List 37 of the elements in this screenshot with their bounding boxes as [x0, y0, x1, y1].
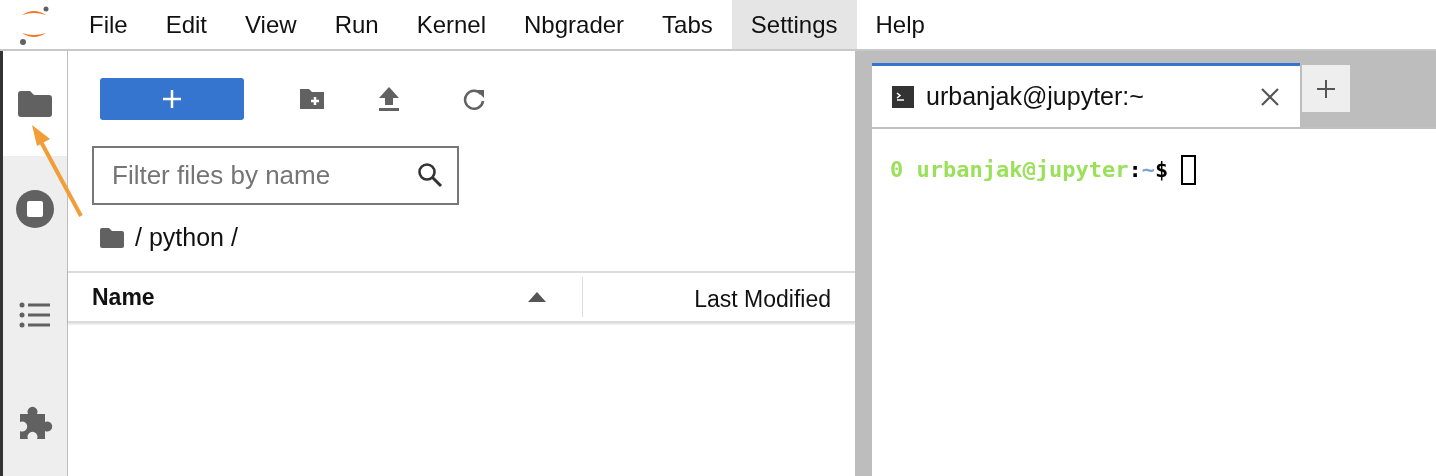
- menu-item[interactable]: Settings: [731, 0, 857, 49]
- menu-item[interactable]: Edit: [146, 0, 227, 49]
- plus-icon: [162, 88, 182, 109]
- new-folder-icon[interactable]: [298, 86, 326, 111]
- tab-title: urbanjak@jupyter:~: [926, 80, 1145, 112]
- menu-item[interactable]: Tabs: [643, 0, 732, 49]
- puzzle-icon: [17, 404, 53, 440]
- folder-icon: [99, 227, 125, 249]
- prompt-text: :: [1128, 157, 1142, 182]
- filter-field[interactable]: Filter files by name: [92, 146, 459, 205]
- logo-icon: [17, 4, 51, 45]
- terminal-tab[interactable]: urbanjak@jupyter:~: [872, 63, 1300, 127]
- terminal-icon: [892, 85, 914, 108]
- breadcrumb-path[interactable]: / python /: [135, 219, 238, 257]
- sidebar-tab[interactable]: [3, 51, 67, 156]
- sort-ascending-icon: [528, 292, 546, 302]
- search-icon: [417, 162, 443, 188]
- plus-icon: [1316, 78, 1336, 99]
- add-tab-button[interactable]: [1302, 65, 1350, 112]
- upload-icon[interactable]: [378, 85, 400, 112]
- prompt-text: ~: [1141, 157, 1155, 182]
- menu-item[interactable]: File: [70, 0, 147, 49]
- menu-item[interactable]: Run: [315, 0, 398, 49]
- folder-icon: [17, 89, 53, 118]
- prompt-text: $: [1154, 157, 1169, 182]
- prompt-text: 0 urbanjak@jupyter: [890, 157, 1129, 182]
- column-header[interactable]: Last Modified: [583, 273, 855, 321]
- list-icon: [19, 301, 51, 329]
- column-header[interactable]: Name: [68, 277, 583, 317]
- close-icon[interactable]: [1260, 86, 1280, 107]
- menu-item[interactable]: Kernel: [397, 0, 506, 49]
- menu-item[interactable]: Nbgrader: [505, 0, 644, 49]
- new-launcher-button[interactable]: [100, 77, 244, 120]
- menu-item[interactable]: View: [226, 0, 316, 49]
- menu-item[interactable]: Help: [856, 0, 944, 49]
- terminal-cursor: [1181, 154, 1197, 185]
- stop-circle-icon: [15, 189, 55, 229]
